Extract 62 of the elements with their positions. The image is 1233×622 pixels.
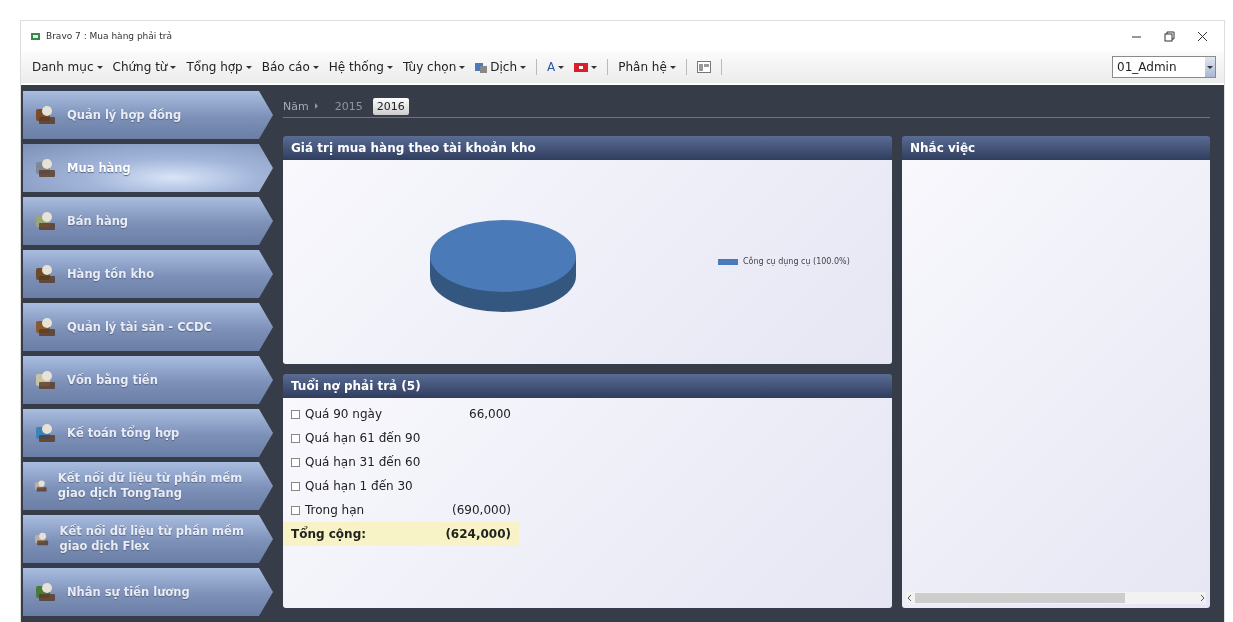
- amount: (690,000): [451, 503, 511, 517]
- menu-item[interactable]: Tổng hợp: [183, 58, 255, 76]
- menu-item[interactable]: Danh mục: [29, 58, 106, 76]
- scroll-right-icon[interactable]: [1199, 594, 1206, 602]
- checkbox[interactable]: [291, 481, 300, 491]
- caret-icon: [520, 65, 527, 69]
- checkbox[interactable]: [291, 409, 300, 419]
- caret-icon: [170, 65, 177, 69]
- menu-item[interactable]: Phân hệ: [615, 58, 679, 76]
- menu-item[interactable]: Dịch: [472, 58, 530, 76]
- module-icon: [33, 315, 57, 339]
- checkbox[interactable]: [291, 433, 300, 443]
- restore-icon[interactable]: [1164, 30, 1175, 42]
- scroll-left-icon[interactable]: [906, 594, 913, 602]
- aging-label: Quá hạn 61 đến 90: [305, 431, 422, 445]
- menu-item[interactable]: Chứng từ: [109, 58, 180, 76]
- aging-label: Quá hạn 1 đến 30: [305, 479, 414, 493]
- module-icon: [33, 262, 57, 286]
- app-icon: [31, 32, 40, 40]
- module-icon: [33, 580, 57, 604]
- checkbox[interactable]: [291, 457, 300, 467]
- caret-icon: [312, 65, 319, 69]
- total-label: Tổng cộng:: [291, 527, 368, 541]
- aging-label: Quá hạn 31 đến 60: [305, 455, 422, 469]
- legend-swatch: [718, 258, 738, 265]
- legend-label: Công cụ dụng cụ (100.0%): [743, 257, 850, 266]
- translate-icon: [475, 61, 488, 73]
- caret-icon: [386, 65, 393, 69]
- user-select[interactable]: 01_Admin: [1112, 56, 1216, 78]
- module-icon: [33, 421, 57, 445]
- menu-item[interactable]: A: [544, 58, 568, 76]
- menu-item[interactable]: Hệ thống: [325, 58, 396, 76]
- aging-label: Quá 90 ngày: [305, 407, 383, 421]
- caret-icon: [96, 65, 103, 69]
- menu-item[interactable]: Tùy chọn: [399, 58, 469, 76]
- amount: 66,000: [468, 407, 511, 421]
- window-layout-icon: [696, 61, 711, 73]
- menu-item[interactable]: Báo cáo: [258, 58, 322, 76]
- aging-label: Trong hạn: [305, 503, 366, 517]
- checkbox[interactable]: [291, 505, 300, 515]
- module-icon: [33, 156, 57, 180]
- close-icon[interactable]: [1197, 30, 1208, 42]
- year-label: Năm: [283, 99, 309, 113]
- module-icon: [33, 368, 57, 392]
- year-tab[interactable]: 2016: [372, 97, 409, 115]
- year-tab[interactable]: 2015: [330, 97, 367, 115]
- panel-title: Tuổi nợ phải trả (5): [283, 374, 892, 398]
- dropdown-arrow-icon: [1207, 65, 1213, 69]
- arrow-right-icon: [314, 103, 319, 109]
- module-icon: [33, 103, 57, 127]
- panel-title: Giá trị mua hàng theo tài khoản kho: [283, 136, 892, 160]
- caret-icon: [591, 65, 598, 69]
- module-icon: [33, 209, 57, 233]
- caret-icon: [558, 65, 565, 69]
- flag-icon: [574, 62, 589, 72]
- window-title: Bravo 7 : Mua hàng phải trả: [46, 31, 172, 41]
- total-amount: (624,000): [444, 527, 511, 541]
- caret-icon: [245, 65, 252, 69]
- caret-icon: [459, 65, 466, 69]
- horizontal-scrollbar[interactable]: [906, 592, 1206, 604]
- panel-title: Nhắc việc: [902, 136, 1210, 160]
- caret-icon: [669, 65, 676, 69]
